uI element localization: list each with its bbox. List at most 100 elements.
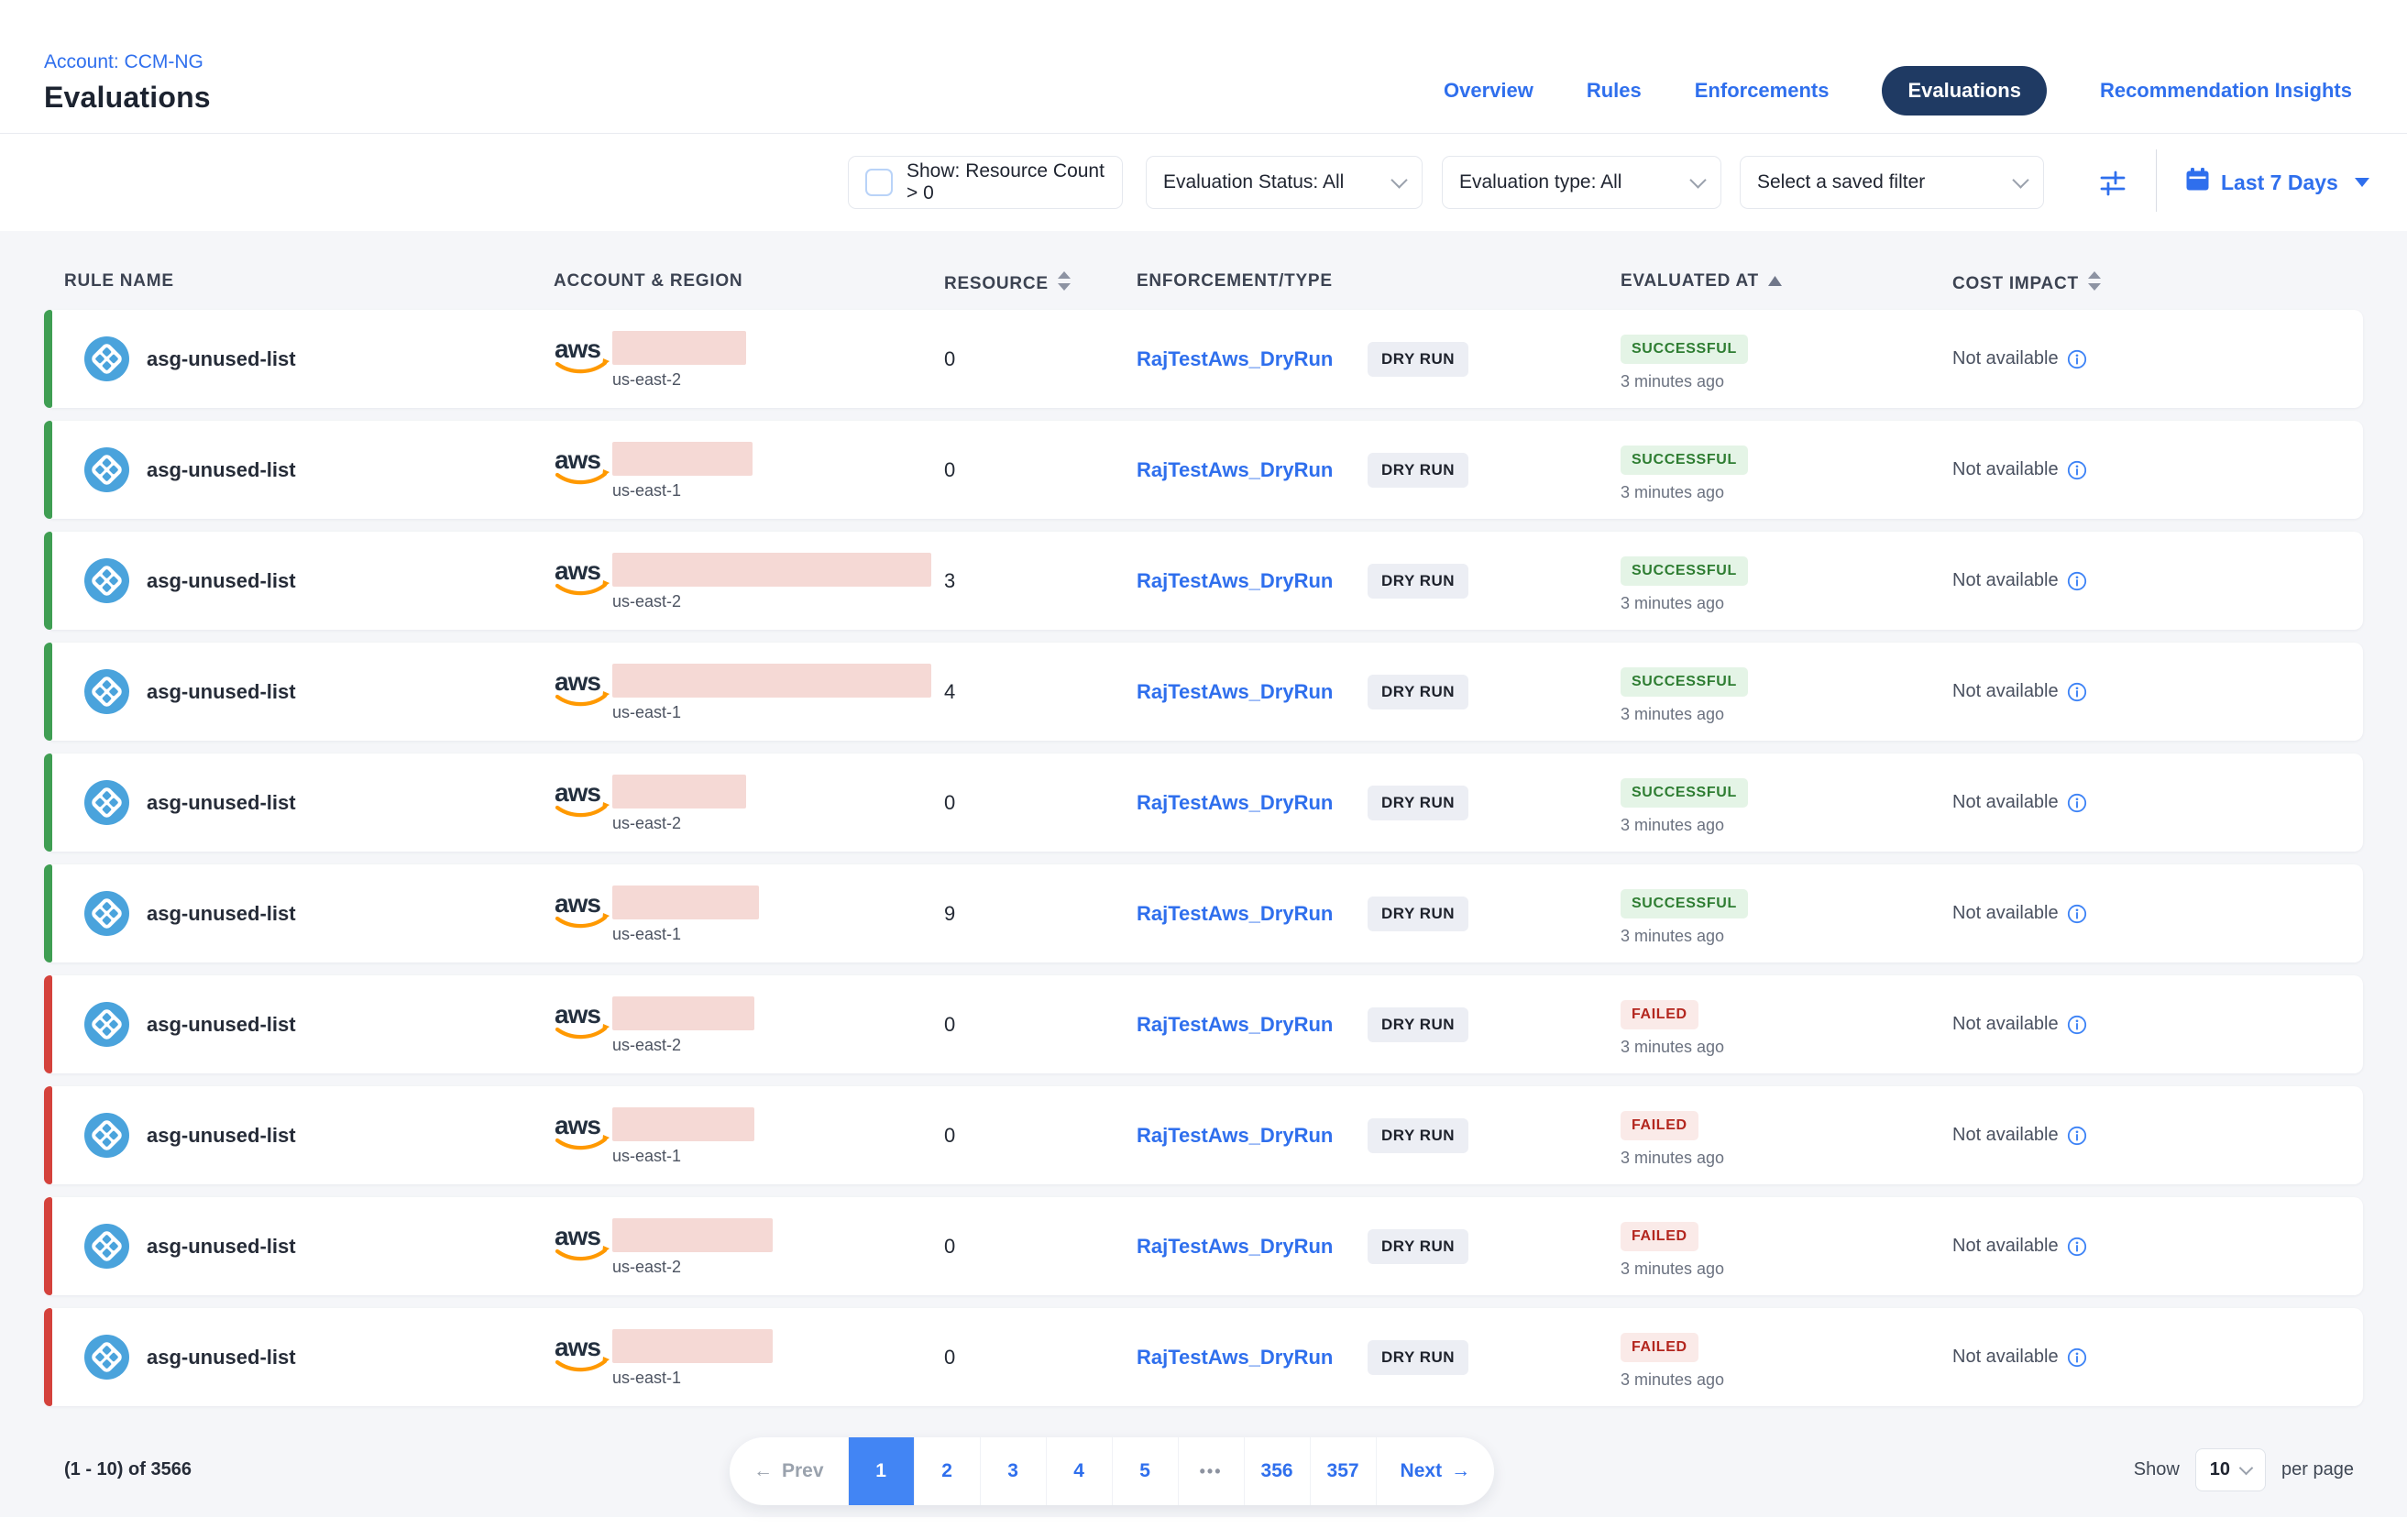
page-number-button[interactable]: 357 xyxy=(1310,1437,1376,1505)
svg-text:aws: aws xyxy=(555,335,600,363)
nav-tab-evaluations[interactable]: Evaluations xyxy=(1882,66,2046,116)
page-size-select[interactable]: 10 xyxy=(2195,1448,2266,1491)
status-color-bar xyxy=(44,975,52,1073)
filter-vertical-divider xyxy=(2156,149,2157,212)
cost-impact-value: Not available xyxy=(1952,1347,2059,1368)
rule-icon xyxy=(84,310,129,408)
status-badge: SUCCESSFUL xyxy=(1621,446,1748,475)
rule-name: asg-unused-list xyxy=(147,532,296,630)
column-cost-impact-sort[interactable]: COST IMPACT xyxy=(1952,271,2101,297)
dry-run-badge: DRY RUN xyxy=(1368,342,1468,377)
nav-tab-recommendation-insights[interactable]: Recommendation Insights xyxy=(2100,79,2352,103)
page-number-button[interactable]: 2 xyxy=(914,1437,980,1505)
checkbox-icon[interactable] xyxy=(865,169,893,196)
enforcement-link[interactable]: RajTestAws_DryRun xyxy=(1137,754,1333,852)
advanced-filters-icon[interactable] xyxy=(2097,169,2128,203)
nav-tab-overview[interactable]: Overview xyxy=(1444,79,1533,103)
evaluation-row[interactable]: asg-unused-list aws us-east-1 0 RajTestA… xyxy=(44,421,2363,519)
info-icon[interactable] xyxy=(2067,682,2087,702)
info-icon[interactable] xyxy=(2067,1348,2087,1368)
info-icon[interactable] xyxy=(2067,571,2087,591)
evaluation-type-cell: DRY RUN xyxy=(1368,310,1468,408)
info-icon[interactable] xyxy=(2067,1015,2087,1035)
cost-impact-value: Not available xyxy=(1952,348,2059,369)
saved-filter-select[interactable]: Select a saved filter xyxy=(1740,156,2044,209)
sort-both-icon[interactable] xyxy=(1058,271,1071,297)
sort-asc-icon[interactable] xyxy=(1768,271,1782,292)
aws-logo-icon: aws xyxy=(554,666,610,714)
status-color-bar xyxy=(44,532,52,630)
enforcement-link[interactable]: RajTestAws_DryRun xyxy=(1137,864,1333,962)
prev-page-button[interactable]: ← Prev xyxy=(730,1437,848,1505)
aws-logo-icon: aws xyxy=(554,1332,610,1380)
page-number-button[interactable]: 5 xyxy=(1112,1437,1178,1505)
region-label: us-east-1 xyxy=(612,1369,681,1388)
evaluation-row[interactable]: asg-unused-list aws us-east-2 0 RajTestA… xyxy=(44,754,2363,852)
column-evaluated-at-sort[interactable]: EVALUATED AT xyxy=(1621,271,1782,292)
evaluation-type-cell: DRY RUN xyxy=(1368,975,1468,1073)
evaluation-row[interactable]: asg-unused-list aws us-east-2 0 RajTestA… xyxy=(44,975,2363,1073)
region-label: us-east-2 xyxy=(612,1258,681,1277)
evaluated-time: 3 minutes ago xyxy=(1621,1038,1724,1057)
evaluation-row[interactable]: asg-unused-list aws us-east-2 0 RajTestA… xyxy=(44,1197,2363,1295)
info-icon[interactable] xyxy=(2067,793,2087,813)
evaluation-row[interactable]: asg-unused-list aws us-east-1 0 RajTestA… xyxy=(44,1308,2363,1406)
info-icon[interactable] xyxy=(2067,904,2087,924)
dry-run-badge: DRY RUN xyxy=(1368,564,1468,599)
aws-logo-icon: aws xyxy=(554,888,610,936)
evaluated-time: 3 minutes ago xyxy=(1621,816,1724,835)
enforcement-link[interactable]: RajTestAws_DryRun xyxy=(1137,1197,1333,1295)
info-icon[interactable] xyxy=(2067,1126,2087,1146)
evaluation-type-value: Evaluation type: All xyxy=(1459,171,1621,193)
info-icon[interactable] xyxy=(2067,460,2087,480)
pager: ← Prev 1 2 3 4 5 ••• 356 357 Next → xyxy=(730,1437,1494,1505)
enforcement-link[interactable]: RajTestAws_DryRun xyxy=(1137,643,1333,741)
evaluation-row[interactable]: asg-unused-list aws us-east-1 4 RajTestA… xyxy=(44,643,2363,741)
page-number-button[interactable]: 356 xyxy=(1244,1437,1310,1505)
evaluation-type-select[interactable]: Evaluation type: All xyxy=(1442,156,1721,209)
date-range-picker[interactable]: Last 7 Days xyxy=(2185,167,2369,198)
evaluation-type-cell: DRY RUN xyxy=(1368,1197,1468,1295)
enforcement-link[interactable]: RajTestAws_DryRun xyxy=(1137,1086,1333,1184)
evaluation-row[interactable]: asg-unused-list aws us-east-2 0 RajTestA… xyxy=(44,310,2363,408)
resource-count: 0 xyxy=(944,1197,955,1295)
cost-impact-cell: Not available xyxy=(1952,1197,2087,1295)
dry-run-badge: DRY RUN xyxy=(1368,675,1468,710)
account-breadcrumb-link[interactable]: Account: CCM-NG xyxy=(44,51,203,73)
page-number-button[interactable]: 3 xyxy=(980,1437,1046,1505)
resource-count-filter-checkbox[interactable]: Show: Resource Count > 0 xyxy=(848,156,1123,209)
cost-impact-value: Not available xyxy=(1952,792,2059,813)
date-range-value: Last 7 Days xyxy=(2221,170,2338,195)
info-icon[interactable] xyxy=(2067,349,2087,369)
enforcement-link[interactable]: RajTestAws_DryRun xyxy=(1137,975,1333,1073)
evaluation-status-select[interactable]: Evaluation Status: All xyxy=(1146,156,1423,209)
enforcement-link[interactable]: RajTestAws_DryRun xyxy=(1137,421,1333,519)
account-region-cell: aws us-east-1 xyxy=(554,864,948,962)
evaluated-time: 3 minutes ago xyxy=(1621,1370,1724,1390)
page-ellipsis[interactable]: ••• xyxy=(1178,1437,1244,1505)
enforcement-link[interactable]: RajTestAws_DryRun xyxy=(1137,1308,1333,1406)
nav-tab-rules[interactable]: Rules xyxy=(1587,79,1642,103)
sort-both-icon[interactable] xyxy=(2088,271,2101,297)
column-resource-sort[interactable]: RESOURCE xyxy=(944,271,1071,297)
redacted-account-name xyxy=(612,331,746,365)
enforcement-link[interactable]: RajTestAws_DryRun xyxy=(1137,532,1333,630)
arrow-left-icon: ← xyxy=(753,1460,773,1482)
rule-icon xyxy=(84,1197,129,1295)
evaluation-row[interactable]: asg-unused-list aws us-east-1 0 RajTestA… xyxy=(44,1086,2363,1184)
enforcement-link[interactable]: RajTestAws_DryRun xyxy=(1137,310,1333,408)
page-number-button[interactable]: 1 xyxy=(848,1437,914,1505)
nav-tab-enforcements[interactable]: Enforcements xyxy=(1695,79,1830,103)
evaluation-row[interactable]: asg-unused-list aws us-east-1 9 RajTestA… xyxy=(44,864,2363,962)
page-size-value: 10 xyxy=(2210,1459,2230,1480)
rule-icon xyxy=(84,1086,129,1184)
page-number-button[interactable]: 4 xyxy=(1046,1437,1112,1505)
redacted-account-name xyxy=(612,775,746,808)
info-icon[interactable] xyxy=(2067,1237,2087,1257)
resource-count: 0 xyxy=(944,1308,955,1406)
cost-impact-value: Not available xyxy=(1952,459,2059,480)
next-page-button[interactable]: Next → xyxy=(1376,1437,1495,1505)
svg-text:aws: aws xyxy=(555,556,600,585)
chevron-down-icon xyxy=(1390,171,1407,188)
evaluation-row[interactable]: asg-unused-list aws us-east-2 3 RajTestA… xyxy=(44,532,2363,630)
